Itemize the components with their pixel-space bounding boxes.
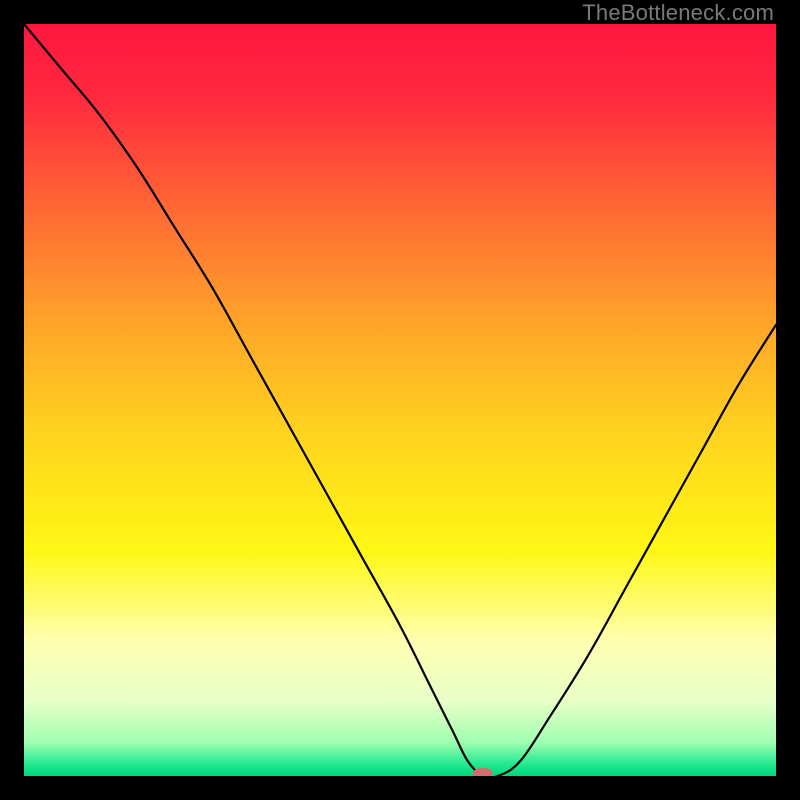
chart-frame (24, 24, 776, 776)
bottleneck-chart (24, 24, 776, 776)
gradient-background (24, 24, 776, 776)
watermark-text: TheBottleneck.com (582, 0, 774, 26)
